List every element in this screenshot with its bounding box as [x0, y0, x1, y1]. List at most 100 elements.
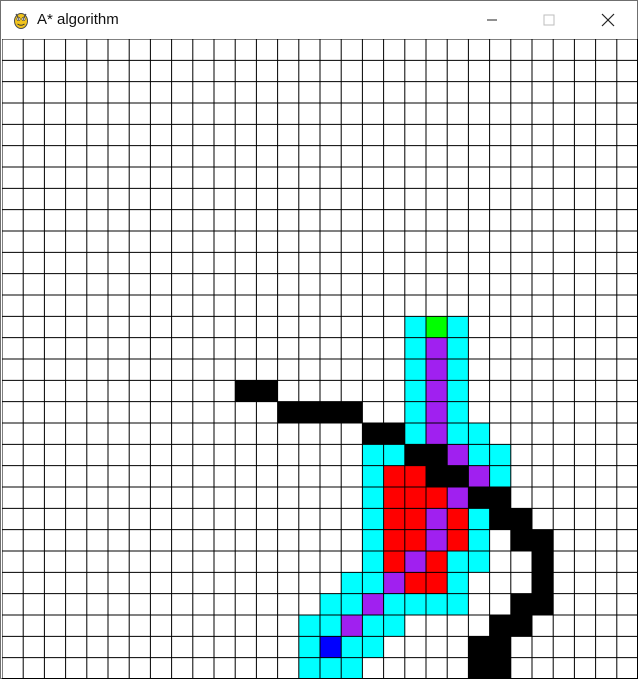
grid-cell-open[interactable]	[362, 615, 384, 637]
grid-cell-open[interactable]	[468, 551, 490, 573]
grid-cell-barrier[interactable]	[510, 615, 532, 637]
grid-cell-barrier[interactable]	[532, 593, 554, 615]
grid-cell-open[interactable]	[362, 551, 384, 573]
grid-cell-closed[interactable]	[426, 572, 448, 594]
grid-cell-barrier[interactable]	[320, 401, 342, 423]
grid-cell-path[interactable]	[362, 593, 384, 615]
grid-cell-open[interactable]	[447, 423, 469, 445]
grid-cell-closed[interactable]	[404, 508, 426, 530]
grid-cell-open[interactable]	[404, 593, 426, 615]
grid-cell-open[interactable]	[362, 465, 384, 487]
grid-cell-open[interactable]	[341, 636, 363, 658]
grid-cell-open[interactable]	[489, 444, 511, 466]
grid-cell-barrier[interactable]	[532, 551, 554, 573]
grid-cell-barrier[interactable]	[510, 508, 532, 530]
grid-cell-open[interactable]	[362, 508, 384, 530]
grid-cell-barrier[interactable]	[489, 487, 511, 509]
grid-cell-barrier[interactable]	[510, 529, 532, 551]
grid-cell-path[interactable]	[426, 529, 448, 551]
grid-cell-closed[interactable]	[447, 508, 469, 530]
pathfinding-grid-area[interactable]	[2, 39, 638, 679]
grid-cell-open[interactable]	[320, 615, 342, 637]
grid-cell-open[interactable]	[341, 572, 363, 594]
grid-cell-barrier[interactable]	[362, 423, 384, 445]
grid-cell-barrier[interactable]	[426, 444, 448, 466]
grid-cell-path[interactable]	[426, 380, 448, 402]
grid-cell-closed[interactable]	[404, 529, 426, 551]
grid-cell-path[interactable]	[447, 444, 469, 466]
pathfinding-grid[interactable]	[2, 39, 638, 679]
grid-cell-barrier[interactable]	[383, 423, 405, 445]
grid-cell-barrier[interactable]	[277, 401, 299, 423]
grid-cell-open[interactable]	[383, 444, 405, 466]
grid-cell-closed[interactable]	[426, 551, 448, 573]
close-button[interactable]	[585, 1, 631, 39]
grid-cell-closed[interactable]	[404, 572, 426, 594]
grid-cell-end[interactable]	[426, 316, 448, 338]
grid-cell-barrier[interactable]	[489, 508, 511, 530]
grid-cell-open[interactable]	[362, 636, 384, 658]
grid-cell-open[interactable]	[447, 572, 469, 594]
grid-cell-open[interactable]	[404, 316, 426, 338]
grid-cell-barrier[interactable]	[404, 444, 426, 466]
grid-cell-open[interactable]	[341, 593, 363, 615]
grid-cell-open[interactable]	[447, 380, 469, 402]
grid-cell-closed[interactable]	[447, 529, 469, 551]
grid-cell-open[interactable]	[404, 380, 426, 402]
grid-cell-open[interactable]	[447, 593, 469, 615]
grid-cell-closed[interactable]	[383, 487, 405, 509]
grid-cell-open[interactable]	[298, 657, 320, 679]
grid-cell-barrier[interactable]	[468, 487, 490, 509]
grid-cell-barrier[interactable]	[447, 465, 469, 487]
grid-cell-open[interactable]	[362, 444, 384, 466]
grid-cell-open[interactable]	[362, 572, 384, 594]
grid-cell-open[interactable]	[468, 444, 490, 466]
grid-cell-path[interactable]	[468, 465, 490, 487]
grid-cell-path[interactable]	[426, 359, 448, 381]
grid-cell-barrier[interactable]	[532, 572, 554, 594]
grid-cell-open[interactable]	[468, 529, 490, 551]
grid-cell-open[interactable]	[426, 593, 448, 615]
grid-cell-open[interactable]	[447, 316, 469, 338]
grid-cell-open[interactable]	[447, 359, 469, 381]
grid-cell-open[interactable]	[404, 337, 426, 359]
grid-cell-barrier[interactable]	[532, 529, 554, 551]
grid-cell-path[interactable]	[426, 508, 448, 530]
grid-cell-open[interactable]	[468, 508, 490, 530]
grid-cell-open[interactable]	[362, 487, 384, 509]
grid-cell-barrier[interactable]	[468, 636, 490, 658]
grid-cell-barrier[interactable]	[426, 465, 448, 487]
grid-cell-open[interactable]	[404, 359, 426, 381]
grid-cell-closed[interactable]	[404, 465, 426, 487]
maximize-button[interactable]	[526, 1, 572, 39]
grid-cell-closed[interactable]	[404, 487, 426, 509]
grid-cell-path[interactable]	[341, 615, 363, 637]
grid-cell-path[interactable]	[426, 401, 448, 423]
grid-cell-open[interactable]	[404, 401, 426, 423]
grid-cell-open[interactable]	[383, 593, 405, 615]
grid-cell-barrier[interactable]	[489, 657, 511, 679]
grid-cell-barrier[interactable]	[235, 380, 257, 402]
grid-cell-barrier[interactable]	[489, 636, 511, 658]
grid-cell-barrier[interactable]	[341, 401, 363, 423]
grid-cell-barrier[interactable]	[298, 401, 320, 423]
grid-cell-open[interactable]	[298, 636, 320, 658]
grid-cell-barrier[interactable]	[256, 380, 278, 402]
minimize-button[interactable]	[469, 1, 515, 39]
grid-cell-open[interactable]	[341, 657, 363, 679]
grid-cell-path[interactable]	[426, 423, 448, 445]
grid-cell-path[interactable]	[426, 337, 448, 359]
grid-cell-open[interactable]	[489, 465, 511, 487]
grid-cell-barrier[interactable]	[510, 593, 532, 615]
grid-cell-closed[interactable]	[426, 487, 448, 509]
grid-cell-open[interactable]	[447, 401, 469, 423]
grid-cell-closed[interactable]	[383, 508, 405, 530]
grid-cell-path[interactable]	[447, 487, 469, 509]
grid-cell-open[interactable]	[468, 423, 490, 445]
grid-cell-open[interactable]	[383, 615, 405, 637]
grid-cell-closed[interactable]	[383, 465, 405, 487]
grid-cell-path[interactable]	[383, 572, 405, 594]
grid-cell-open[interactable]	[404, 423, 426, 445]
grid-cell-open[interactable]	[362, 529, 384, 551]
grid-cell-open[interactable]	[320, 593, 342, 615]
